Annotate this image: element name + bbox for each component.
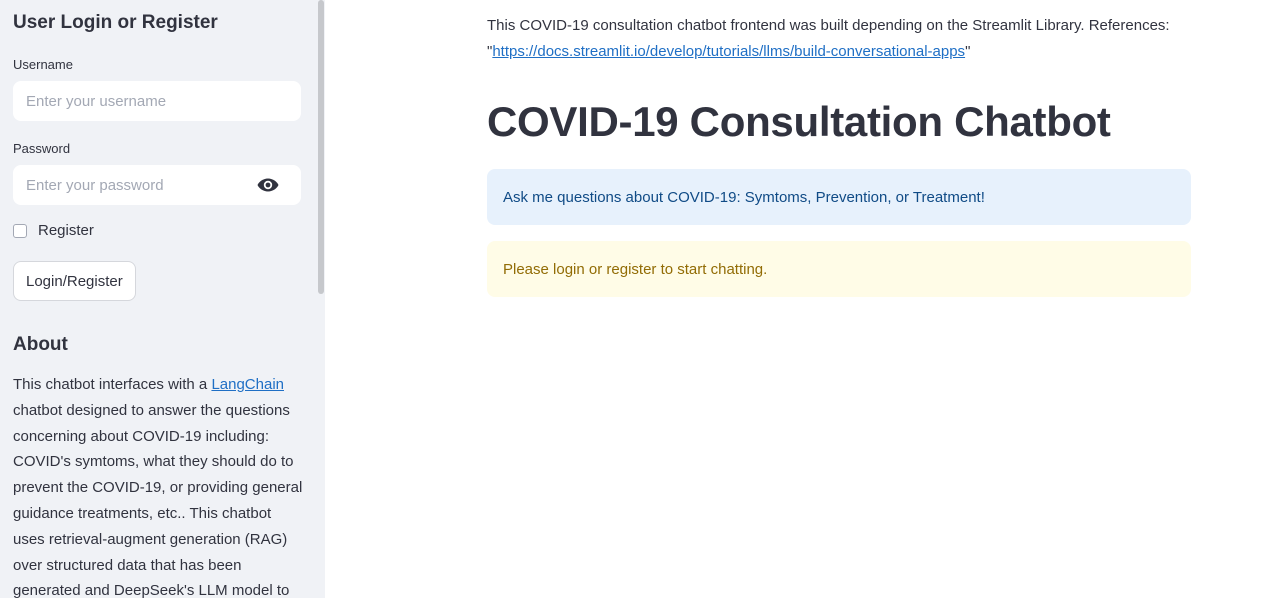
register-checkbox[interactable]	[13, 223, 27, 238]
about-heading: About	[13, 334, 68, 355]
about-text-end: chatbot designed to answer the questions…	[13, 401, 303, 598]
warning-alert-text: Please login or register to start chatti…	[503, 260, 768, 278]
password-label: Password	[13, 141, 71, 156]
sidebar: User Login or Register Username Enter yo…	[0, 0, 325, 598]
page-title: COVID-19 Consultation Chatbot	[487, 98, 1111, 145]
login-title: User Login or Register	[13, 12, 218, 33]
info-alert: Ask me questions about COVID-19: Symtoms…	[487, 169, 1191, 225]
intro-text-close: "	[965, 43, 971, 60]
username-placeholder: Enter your username	[26, 92, 167, 110]
about-text: This chatbot interfaces with a LangChain…	[13, 372, 303, 598]
eye-icon[interactable]	[257, 178, 279, 192]
register-checkbox-row[interactable]: Register	[13, 222, 94, 239]
warning-alert: Please login or register to start chatti…	[487, 241, 1191, 297]
langchain-link[interactable]: LangChain	[211, 376, 284, 393]
username-label: Username	[13, 57, 73, 72]
app: User Login or Register Username Enter yo…	[0, 0, 1275, 598]
username-input[interactable]: Enter your username	[13, 81, 301, 121]
password-input[interactable]: Enter your password	[13, 165, 301, 205]
login-register-button[interactable]: Login/Register	[13, 261, 136, 301]
intro-text: This COVID-19 consultation chatbot front…	[487, 13, 1191, 65]
password-placeholder: Enter your password	[26, 176, 164, 194]
about-text-start: This chatbot interfaces with a	[13, 376, 212, 393]
sidebar-scrollbar[interactable]	[318, 0, 324, 294]
info-alert-text: Ask me questions about COVID-19: Symtoms…	[503, 188, 985, 206]
streamlit-reference-link[interactable]: https://docs.streamlit.io/develop/tutori…	[492, 43, 965, 60]
register-checkbox-label: Register	[38, 222, 94, 239]
